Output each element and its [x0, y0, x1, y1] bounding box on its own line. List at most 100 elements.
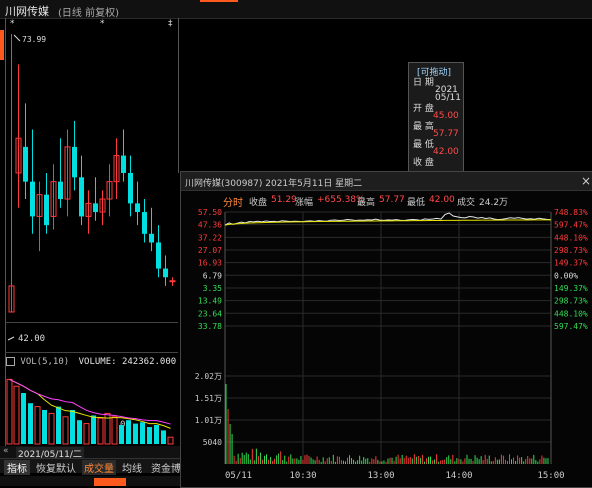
vol-ma5-line — [9, 378, 171, 429]
popup-title: 川网传媒(300987) 2021年5月11日 星期二 — [185, 179, 363, 189]
volume-bar[interactable] — [42, 410, 47, 444]
period-mode[interactable]: (日线 前复权) — [58, 4, 119, 19]
time-axis-label: 13:00 — [367, 471, 394, 481]
candle-body[interactable] — [72, 146, 77, 178]
volume-bar[interactable] — [48, 412, 55, 445]
vol-indicator-label: VOL(5,10) VOLUME: 242362.000 — [6, 357, 176, 367]
vol-axis-label: 1.51万 — [195, 394, 222, 403]
candle-body[interactable] — [135, 203, 140, 213]
candle-body[interactable] — [156, 242, 161, 269]
tooltip-high-label: 最 高 — [413, 122, 434, 132]
tooltip-close-label: 收 盘 — [413, 158, 434, 168]
vol-axis-label: 2.02万 — [195, 372, 222, 381]
volume-bar[interactable] — [28, 403, 33, 444]
candle-body[interactable] — [121, 155, 126, 173]
candle-body[interactable] — [142, 212, 147, 234]
vol-axis-label: 1.01万 — [195, 416, 222, 425]
kline-chart[interactable]: 73.99 — [0, 20, 180, 320]
volume-bar[interactable] — [21, 393, 26, 444]
high-value: 57.77 — [379, 195, 405, 205]
candle-body[interactable] — [23, 146, 28, 182]
right-axis-label: 597.47% — [554, 322, 588, 331]
low-value: 42.00 — [429, 195, 455, 205]
volume-bar[interactable] — [97, 417, 104, 445]
time-axis-label: 10:30 — [289, 471, 316, 481]
left-axis-label: 57.50 — [198, 208, 222, 217]
kline-bottom-border — [5, 322, 178, 323]
tooltip-open-label: 开 盘 — [413, 104, 434, 114]
candle-body[interactable] — [30, 181, 35, 217]
volume-bar[interactable] — [70, 410, 75, 444]
scroll-left-icon[interactable]: « — [3, 446, 9, 456]
volume-bar[interactable] — [161, 430, 166, 444]
intraday-chart[interactable]: 57.50 748.83% 47.36 597.47% 37.22 448.10% 27.0… — [181, 206, 592, 487]
right-axis-label: 298.73% — [554, 246, 588, 255]
right-axis-label: 448.10% — [554, 233, 588, 242]
volume-bar[interactable] — [119, 424, 124, 444]
tooltip-open-value: 45.00 — [433, 111, 459, 121]
tab-volume[interactable]: 成交量 — [82, 460, 116, 475]
left-axis-label: 23.64 — [198, 309, 222, 318]
price-line[interactable] — [224, 212, 552, 226]
tab-moving-average[interactable]: 均线 — [122, 460, 142, 475]
low-price-label: 42.00 — [18, 334, 45, 344]
right-axis-label: 149.37% — [554, 259, 588, 268]
date-bar: « 2021/05/11/二 — [0, 446, 180, 460]
volume-pane-border — [5, 352, 178, 353]
right-axis-label: 298.73% — [554, 297, 588, 306]
candle-body[interactable] — [79, 177, 84, 217]
volume-bar[interactable] — [133, 423, 138, 444]
volume-bar[interactable] — [13, 385, 20, 445]
volume-bar[interactable] — [83, 423, 90, 445]
left-axis-label: 3.35 — [203, 284, 222, 293]
candle-body[interactable] — [93, 203, 98, 213]
bottom-strip — [0, 476, 180, 486]
volume-bar[interactable] — [77, 420, 82, 444]
time-axis-label: 05/11 — [225, 471, 252, 481]
price-tooltip[interactable]: [可拖动] 日 期 2021 05/11 开 盘 45.00 最 高 57.77… — [408, 62, 464, 172]
tooltip-high-value: 57.77 — [433, 129, 459, 139]
tooltip-date-value2: 05/11 — [435, 93, 461, 103]
volume-bar[interactable] — [167, 436, 174, 445]
volume-chart[interactable]: 06 — [0, 368, 180, 448]
left-axis-label: 33.78 — [198, 322, 222, 331]
stock-name: 川网传媒 — [5, 5, 49, 18]
candle-body[interactable] — [58, 181, 63, 200]
time-axis-label: 15:00 — [537, 471, 564, 481]
candle-body[interactable] — [163, 268, 168, 278]
candle-body[interactable] — [169, 280, 176, 283]
volume-bar[interactable] — [126, 420, 131, 444]
tooltip-low-label: 最 低 — [413, 140, 434, 150]
volume-bar[interactable] — [6, 378, 13, 445]
intraday-popup[interactable]: 川网传媒(300987) 2021年5月11日 星期二 × 分时 收盘 51.2… — [180, 171, 592, 488]
tab-reset-default[interactable]: 恢复默认 — [36, 460, 76, 475]
close-icon[interactable]: × — [581, 174, 591, 188]
left-axis-label: 16.93 — [198, 259, 222, 268]
candle-body[interactable] — [149, 233, 154, 243]
volume-bar[interactable] — [111, 416, 118, 445]
close-price-value: 51.29 — [271, 195, 297, 205]
volume-bar[interactable] — [91, 415, 96, 444]
high-price-label: 73.99 — [22, 35, 46, 44]
candle-body[interactable] — [44, 194, 49, 226]
right-axis-label: 597.47% — [554, 221, 588, 230]
tab-indicator[interactable]: 指标 — [4, 460, 30, 475]
bottom-tab-active[interactable] — [94, 478, 126, 486]
vol-toggle-icon[interactable] — [6, 357, 15, 366]
volume-bar[interactable] — [154, 424, 159, 444]
left-axis-label: 27.07 — [198, 246, 222, 255]
volume-bar[interactable] — [147, 427, 152, 444]
volume-bar[interactable] — [34, 406, 41, 445]
left-axis-label: 37.22 — [198, 233, 222, 242]
volume-bar[interactable] — [62, 416, 69, 445]
left-axis-label: 47.36 — [198, 221, 222, 230]
candle-body[interactable] — [128, 172, 133, 204]
active-tab-indicator — [200, 0, 238, 2]
popup-titlebar[interactable]: 川网传媒(300987) 2021年5月11日 星期二 × — [181, 172, 592, 191]
left-axis-label: 6.79 — [203, 271, 222, 280]
time-axis-label: 14:00 — [445, 471, 472, 481]
vol-axis-label: 5040 — [203, 438, 222, 447]
volume-bar[interactable] — [56, 406, 61, 444]
right-axis-label: 448.10% — [554, 309, 588, 318]
volume-bar[interactable] — [140, 422, 145, 444]
